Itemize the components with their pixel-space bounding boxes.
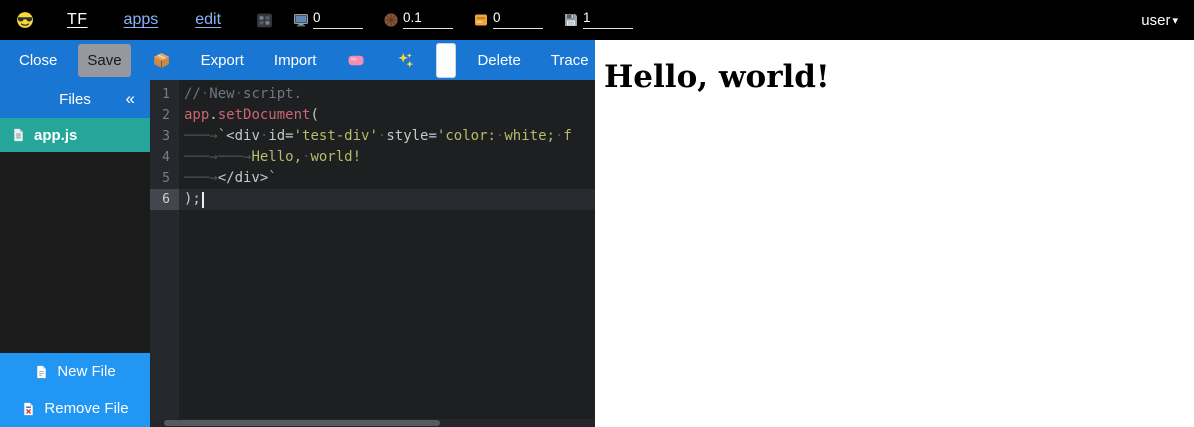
line-number-active: 6 — [150, 189, 179, 210]
stat-floppy-field: 1 — [563, 11, 633, 30]
line-number: 5 — [150, 168, 179, 189]
code-editor[interactable]: 1 2 3 4 5 6 //·New·script. app.setDocume… — [150, 80, 595, 427]
new-file-label: New File — [57, 363, 115, 380]
code-line: ───→</div>` — [179, 168, 595, 189]
card-icon — [473, 12, 489, 29]
scrollbar-thumb[interactable] — [164, 420, 440, 426]
save-button[interactable]: Save — [78, 44, 130, 77]
horizontal-scrollbar[interactable] — [150, 419, 595, 427]
panel-body: Files « app.js New File Remove File — [0, 80, 595, 427]
stat-ball-field: 0.1 — [383, 11, 453, 30]
code-line-active: ); — [179, 189, 595, 210]
soap-icon — [346, 51, 366, 69]
floppy-icon — [563, 12, 579, 29]
ball-icon — [383, 12, 399, 29]
package-button[interactable] — [143, 43, 180, 78]
line-number: 1 — [150, 84, 179, 105]
collapse-sidebar-button[interactable]: « — [126, 89, 135, 109]
package-icon — [152, 51, 171, 70]
stat-card-value[interactable]: 0 — [493, 11, 543, 30]
close-button[interactable]: Close — [10, 44, 66, 77]
sparkles-button[interactable] — [387, 43, 424, 78]
file-list — [0, 152, 150, 353]
import-button[interactable]: Import — [265, 44, 326, 77]
code-line: ───→`<div·id='test-div'·style='color:·wh… — [179, 126, 595, 147]
line-number: 2 — [150, 105, 179, 126]
file-item-appjs[interactable]: app.js — [0, 118, 150, 152]
sunglasses-logo-icon[interactable] — [16, 11, 34, 29]
user-menu[interactable]: user ▾ — [1141, 12, 1178, 29]
file-name: app.js — [34, 127, 77, 144]
code-area[interactable]: //·New·script. app.setDocument( ───→`<di… — [179, 80, 595, 427]
preview-heading: Hello, world! — [604, 59, 1194, 95]
caret-down-icon: ▾ — [1172, 14, 1178, 27]
trace-button[interactable]: Trace — [542, 44, 598, 77]
topbar: TF apps edit 0 0.1 0 1 user ▾ — [0, 0, 1194, 40]
workspace: Close Save Export Import Delete Trace Fi… — [0, 40, 1194, 427]
files-header: Files « — [0, 80, 150, 118]
nav-link-edit[interactable]: edit — [195, 11, 221, 29]
monitor-icon — [293, 12, 309, 29]
stat-ball-value[interactable]: 0.1 — [403, 11, 453, 30]
user-label: user — [1141, 12, 1170, 29]
files-sidebar: Files « app.js New File Remove File — [0, 80, 150, 427]
remove-file-button[interactable]: Remove File — [0, 390, 150, 427]
export-button[interactable]: Export — [192, 44, 253, 77]
editor-panel: Close Save Export Import Delete Trace Fi… — [0, 40, 595, 427]
remove-file-icon — [21, 401, 36, 417]
code-line: ───→───→Hello,·world! — [179, 147, 595, 168]
stat-monitor-value[interactable]: 0 — [313, 11, 363, 30]
code-line: //·New·script. — [179, 84, 595, 105]
app-preview: Hello, world! — [595, 40, 1194, 427]
stat-monitor-field: 0 — [293, 11, 363, 30]
soap-button[interactable] — [337, 43, 375, 77]
nav-link-apps[interactable]: apps — [124, 11, 159, 29]
blank-button[interactable] — [436, 43, 456, 78]
stat-floppy-value[interactable]: 1 — [583, 11, 633, 30]
line-number: 4 — [150, 147, 179, 168]
remove-file-label: Remove File — [44, 400, 128, 417]
delete-button[interactable]: Delete — [468, 44, 529, 77]
files-title: Files — [59, 91, 91, 108]
line-number: 3 — [150, 126, 179, 147]
editor-gutter: 1 2 3 4 5 6 — [150, 80, 179, 427]
brand-link[interactable]: TF — [67, 11, 88, 29]
sparkles-icon — [396, 51, 415, 70]
stat-card-field: 0 — [473, 11, 543, 30]
new-file-button[interactable]: New File — [0, 353, 150, 390]
file-icon — [11, 127, 26, 143]
code-line: app.setDocument( — [179, 105, 595, 126]
editor-toolbar: Close Save Export Import Delete Trace — [0, 40, 595, 80]
grid-icon[interactable] — [256, 12, 273, 29]
text-cursor — [202, 192, 204, 208]
new-file-icon — [34, 364, 49, 380]
